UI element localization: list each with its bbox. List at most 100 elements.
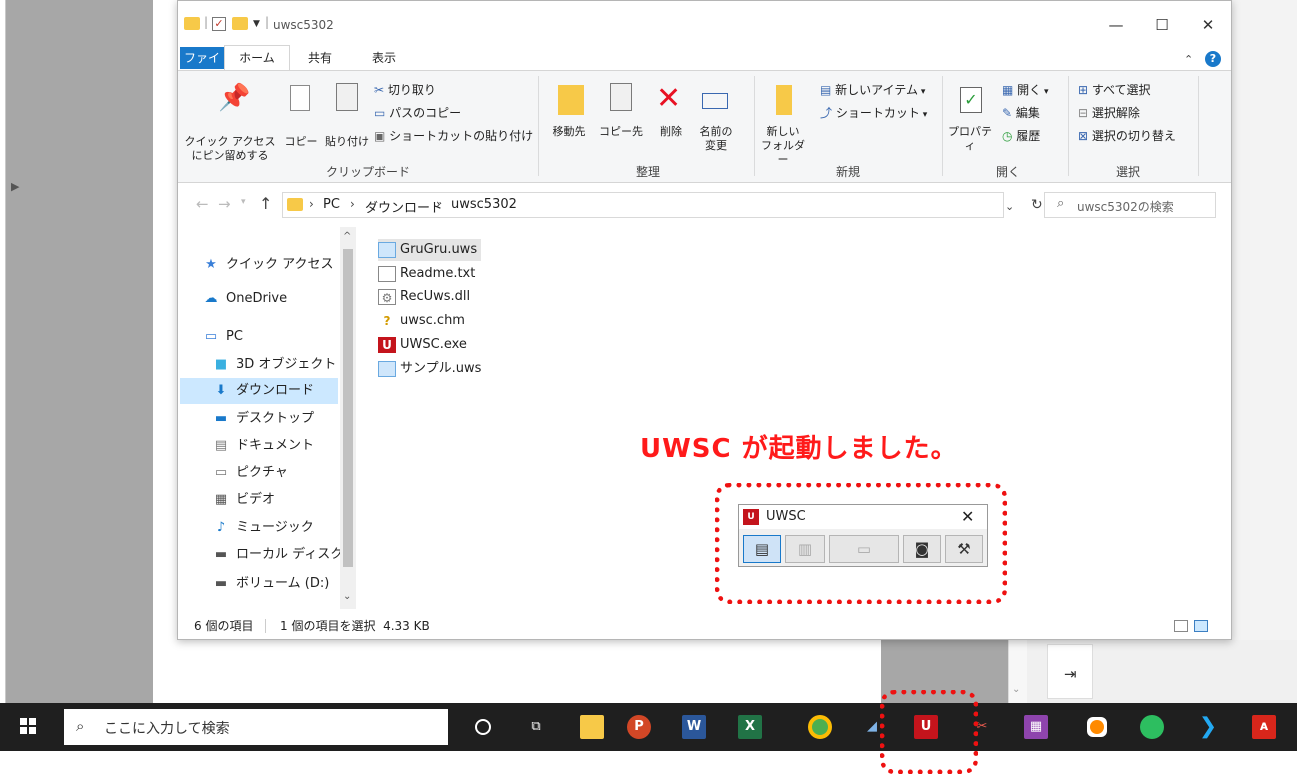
- search-input[interactable]: ⌕ uwsc5302の検索: [1044, 192, 1216, 218]
- cortana-icon[interactable]: [475, 719, 491, 735]
- properties-quick-icon[interactable]: ✓: [212, 17, 226, 31]
- list-item[interactable]: U UWSC.exe: [378, 334, 471, 356]
- tab-to-end-icon[interactable]: ⇥: [1064, 665, 1077, 683]
- picture-icon: ▭: [214, 465, 228, 480]
- new-folder-button[interactable]: 新しい フォルダー: [758, 125, 808, 167]
- nav-item-local-disk[interactable]: ▬ ローカル ディスク (C: [212, 542, 342, 568]
- list-item[interactable]: Readme.txt: [378, 263, 479, 285]
- copy-path-button[interactable]: ▭ パスのコピー: [374, 102, 461, 124]
- paint-icon[interactable]: ▦: [1024, 715, 1048, 739]
- copy-button[interactable]: コピー: [284, 135, 318, 149]
- pin-to-quick-access-button[interactable]: クイック アクセス にピン留めする: [180, 135, 280, 163]
- orange-app-icon[interactable]: [1087, 717, 1107, 737]
- uwsc-record-button[interactable]: ▭: [829, 535, 899, 563]
- expand-arrow-icon[interactable]: ▶: [11, 180, 19, 193]
- properties-button[interactable]: プロパティ: [946, 125, 994, 153]
- new-group-label: 新規: [835, 165, 860, 179]
- evernote-icon[interactable]: [1140, 715, 1164, 739]
- select-all-icon: ⊞: [1078, 83, 1092, 97]
- close-button[interactable]: ✕: [1185, 13, 1231, 37]
- minimize-button[interactable]: —: [1093, 13, 1139, 37]
- nav-item-label: 3D オブジェクト: [236, 357, 337, 372]
- select-none-button[interactable]: ⊟ 選択解除: [1078, 102, 1140, 124]
- scroll-down-icon[interactable]: ⌄: [343, 591, 351, 602]
- new-folder-quick-icon[interactable]: [232, 17, 248, 30]
- acrobat-icon[interactable]: ᴀ: [1252, 715, 1276, 739]
- vscode-icon[interactable]: ❯: [1196, 715, 1220, 739]
- uwsc-run-button[interactable]: ▤: [743, 535, 781, 563]
- nav-item-label: OneDrive: [226, 291, 288, 306]
- refresh-icon[interactable]: ↻: [1031, 197, 1043, 213]
- tab-view[interactable]: 表示: [372, 47, 396, 69]
- list-item[interactable]: ? uwsc.chm: [378, 310, 469, 332]
- large-icons-view-icon[interactable]: [1194, 620, 1208, 632]
- nav-item-downloads[interactable]: ⬇ ダウンロード: [180, 378, 338, 404]
- open-icon: ▦: [1002, 83, 1018, 97]
- uwsc-close-button[interactable]: ✕: [961, 507, 974, 526]
- pin-icon: 📌: [218, 83, 251, 113]
- taskbar-search-input[interactable]: ⌕ ここに入力して検索: [64, 709, 448, 745]
- new-item-button[interactable]: ▤ 新しいアイテム ▾: [820, 79, 925, 103]
- chrome-icon[interactable]: [808, 715, 832, 739]
- title-bar[interactable]: | ✓ ▼ | uwsc5302 — ☐ ✕: [178, 1, 1231, 45]
- task-view-icon[interactable]: ⧉: [524, 715, 548, 739]
- powerpoint-icon[interactable]: P: [627, 715, 651, 739]
- uwsc-rec-play-button[interactable]: ◙: [903, 535, 941, 563]
- chevron-right-icon[interactable]: ›: [350, 197, 355, 211]
- list-item[interactable]: ⚙ RecUws.dll: [378, 286, 474, 308]
- paste-shortcut-button[interactable]: ▣ ショートカットの貼り付け: [374, 125, 533, 147]
- back-arrow-icon[interactable]: ←: [196, 195, 209, 213]
- copy-to-button[interactable]: コピー先: [596, 125, 646, 139]
- cut-button[interactable]: ✂ 切り取り: [374, 79, 436, 101]
- details-view-icon[interactable]: [1174, 620, 1188, 632]
- rename-button[interactable]: 名前の 変更: [694, 125, 738, 153]
- breadcrumb-current[interactable]: uwsc5302: [451, 197, 517, 212]
- edit-label: 編集: [1015, 106, 1040, 120]
- scrollbar-thumb[interactable]: [343, 249, 353, 567]
- excel-icon[interactable]: X: [738, 715, 762, 739]
- forward-arrow-icon[interactable]: →: [218, 195, 231, 213]
- chevron-right-icon[interactable]: ›: [309, 197, 314, 211]
- scroll-up-icon[interactable]: ^: [343, 231, 351, 242]
- list-item[interactable]: GruGru.uws: [378, 239, 482, 261]
- uwsc-title-bar[interactable]: U UWSC ✕: [739, 505, 987, 529]
- recent-locations-icon[interactable]: ▾: [241, 197, 246, 207]
- uwsc-stop-button[interactable]: ▥: [785, 535, 825, 563]
- edit-button[interactable]: ✎ 編集: [1002, 102, 1040, 124]
- invert-selection-button[interactable]: ⊠ 選択の切り替え: [1078, 125, 1176, 147]
- open-button[interactable]: ▦ 開く ▾: [1002, 79, 1049, 103]
- shortcut-icon: ▣: [374, 129, 390, 143]
- paste-button[interactable]: 貼り付け: [325, 135, 369, 149]
- shortcut-button[interactable]: ⤴ ショートカット ▾: [820, 102, 927, 126]
- breadcrumb-pc[interactable]: PC: [323, 197, 340, 212]
- tab-share[interactable]: 共有: [308, 47, 332, 69]
- address-bar[interactable]: › PC › ダウンロード › uwsc5302 ⌄ ↻: [282, 192, 1043, 218]
- nav-scrollbar[interactable]: ^ ⌄: [340, 227, 356, 609]
- up-arrow-icon[interactable]: ↑: [259, 194, 272, 213]
- uwsc-settings-button[interactable]: ⚒: [945, 535, 983, 563]
- tab-home[interactable]: ホーム: [224, 45, 290, 71]
- customize-quick-access-icon[interactable]: ▼: [253, 19, 260, 29]
- scroll-down-icon[interactable]: ⌄: [1012, 684, 1020, 695]
- select-all-button[interactable]: ⊞ すべて選択: [1078, 79, 1151, 101]
- collapse-ribbon-icon[interactable]: ⌃: [1184, 53, 1193, 66]
- delete-button[interactable]: 削除: [654, 125, 688, 139]
- file-name: uwsc.chm: [400, 313, 465, 328]
- tab-file[interactable]: ファイル: [180, 47, 224, 87]
- breadcrumb-downloads[interactable]: ダウンロード: [365, 197, 443, 216]
- drive-icon: ▬: [214, 547, 228, 562]
- file-explorer-icon[interactable]: [580, 715, 604, 739]
- move-to-button[interactable]: 移動先: [545, 125, 593, 139]
- word-icon[interactable]: W: [682, 715, 706, 739]
- windows-start-icon[interactable]: [20, 718, 36, 734]
- maximize-button[interactable]: ☐: [1139, 13, 1185, 37]
- help-icon[interactable]: ?: [1205, 51, 1221, 67]
- shortcut-new-icon: ⤴: [820, 106, 836, 120]
- nav-item-label: PC: [226, 329, 243, 344]
- organize-group-label: 整理: [635, 165, 660, 179]
- history-button[interactable]: ◷ 履歴: [1002, 125, 1040, 147]
- paste-icon: [336, 83, 358, 111]
- chevron-down-icon[interactable]: ⌄: [1005, 200, 1014, 213]
- list-item[interactable]: サンプル.uws: [378, 358, 485, 380]
- chevron-right-icon[interactable]: ›: [436, 197, 441, 211]
